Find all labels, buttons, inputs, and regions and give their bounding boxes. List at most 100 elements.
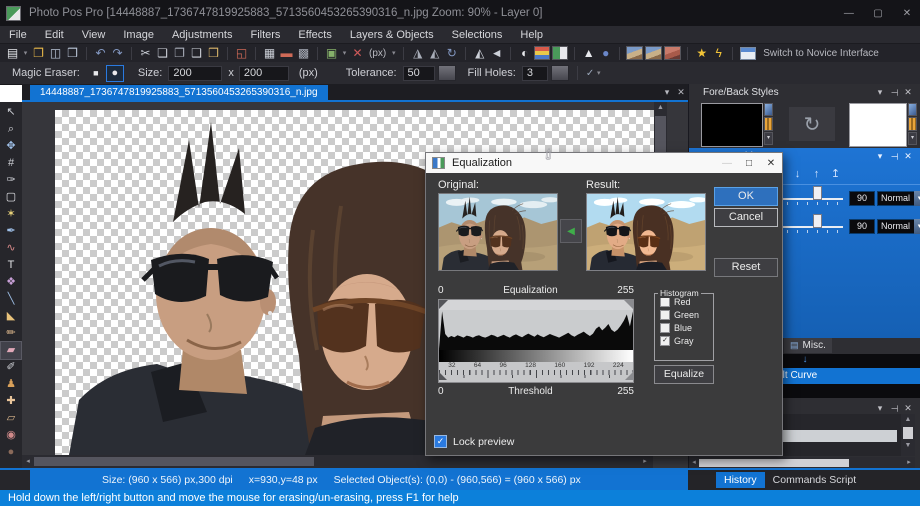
menu-item[interactable]: Image [114,27,163,43]
lock-preview-checkbox[interactable]: ✓ [434,435,447,448]
equalize-button[interactable]: Equalize [654,365,714,384]
vertical-scroll-thumb[interactable] [903,427,913,439]
history-vertical-scrollbar[interactable]: ▲ ▼ [901,414,915,456]
fill-holes-wand-button[interactable] [551,65,569,81]
px-unit-label[interactable]: (px) [366,45,389,62]
switch-novice-label[interactable]: Switch to Novice Interface [760,45,882,62]
copy-merged-icon[interactable]: ❐ [171,45,188,62]
auto-levels-icon[interactable]: ◮ [409,45,426,62]
pattern-style-icon[interactable] [764,117,773,130]
scroll-down-icon[interactable]: ▼ [901,440,915,452]
tolerance-input[interactable] [403,66,435,81]
selection-tool-icon[interactable]: ▢ [1,189,21,206]
channel-checkbox[interactable]: ✓ [660,310,670,320]
channel-checkbox[interactable]: ✓ [660,336,670,346]
line-tool-icon[interactable]: ╲ [1,291,21,308]
panel-tab[interactable]: History [716,472,765,488]
clone-stamp-tool-icon[interactable]: ♟ [1,376,21,393]
menu-item[interactable]: Selections [443,27,512,43]
menu-item[interactable]: View [73,27,115,43]
opacity-value[interactable]: 90 [849,219,875,234]
flip-vertical-icon[interactable]: ◄ [488,45,505,62]
dialog-title-bar[interactable]: Equalization — □ ✕ [426,153,782,173]
tab-list-dropdown-icon[interactable]: ▾ [660,87,674,98]
apply-back-arrow-button[interactable]: ◀ [560,219,582,243]
pin-icon[interactable]: ⊤ [889,85,900,99]
scripts-icon[interactable]: ϟ [710,45,727,62]
eraser-tool-icon[interactable]: ▰ [1,342,21,359]
reset-button[interactable]: Reset [714,258,778,277]
red-eye-tool-icon[interactable]: ◉ [1,427,21,444]
chevron-down-icon[interactable]: ▾ [873,87,887,98]
grid-icon[interactable]: ▦ [261,45,278,62]
scroll-right-icon[interactable]: ▸ [639,456,651,468]
options-extra-dropdown[interactable]: ▾ [594,69,603,77]
opacity-slider-thumb[interactable] [813,186,822,200]
new-file-icon[interactable]: ▤ [4,45,21,62]
effect-thumb-3-icon[interactable] [664,46,681,60]
blend-mode-select[interactable]: Normal [877,191,916,206]
ruler-icon[interactable]: ▬ [278,45,295,62]
channel-row[interactable]: ✓ Green [660,310,713,320]
horizontal-scroll-thumb[interactable] [34,457,314,466]
chevron-down-icon[interactable]: ▾ [873,403,887,414]
patch-tool-icon[interactable]: ▱ [1,410,21,427]
pattern-style-icon[interactable] [908,117,917,130]
path-tool-icon[interactable]: ✑ [1,172,21,189]
close-icon[interactable]: ✕ [901,403,915,414]
square-brush-button[interactable]: ■ [88,66,104,81]
insert-image-dropdown[interactable]: ▾ [340,49,349,57]
burn-tool-icon[interactable]: ● [1,444,21,461]
favorites-icon[interactable]: ★ [693,45,710,62]
color-picker-tool-icon[interactable]: ✐ [1,359,21,376]
copy-icon[interactable]: ❏ [154,45,171,62]
pointer-tool-icon[interactable]: ↖ [1,104,21,121]
healing-tool-icon[interactable]: ✚ [1,393,21,410]
scroll-up-icon[interactable]: ▲ [901,414,915,426]
menu-item[interactable]: Filters [241,27,289,43]
blur-icon[interactable]: ● [597,45,614,62]
close-button[interactable]: ✕ [894,8,920,19]
redo-icon[interactable]: ↷ [109,45,126,62]
canvas-size-icon[interactable]: ▩ [295,45,312,62]
undo-icon[interactable]: ↶ [92,45,109,62]
foreground-style-options[interactable]: ▾ [764,103,773,145]
new-file-dropdown[interactable]: ▾ [21,49,30,57]
equalization-slider-track[interactable] [439,300,633,310]
cancel-button[interactable]: Cancel [714,208,778,227]
blend-mode-select[interactable]: Normal [877,219,916,234]
size-width-input[interactable] [168,66,222,81]
pin-icon[interactable]: ⊤ [889,149,900,163]
paste-icon[interactable]: ❑ [188,45,205,62]
save-all-icon[interactable]: ❒ [64,45,81,62]
color-balance-icon[interactable] [552,46,568,60]
panel-tab[interactable]: Commands Script [765,472,864,488]
text-tool-icon[interactable]: T [1,257,21,274]
lock-preview-row[interactable]: ✓ Lock preview [434,435,514,448]
sharpen-icon[interactable]: ▲ [580,45,597,62]
channel-checkbox[interactable]: ✓ [660,323,670,333]
blend-dropdown-button[interactable]: ▾ [914,191,920,206]
dialog-close-button[interactable]: ✕ [760,158,782,169]
equalization-right-handle[interactable] [624,300,633,309]
move-to-top-icon[interactable]: ↥ [826,165,845,183]
menu-item[interactable]: File [0,27,36,43]
chevron-down-icon[interactable]: ▾ [873,151,887,162]
close-icon[interactable]: ✕ [901,87,915,98]
effect-thumb-2-icon[interactable] [645,46,662,60]
horizontal-scroll-thumb[interactable] [699,459,849,467]
ok-button[interactable]: OK [714,187,778,206]
menu-item[interactable]: Adjustments [163,27,242,43]
gradient-style-icon[interactable] [764,103,773,116]
opacity-value[interactable]: 90 [849,191,875,206]
open-folder-icon[interactable]: ❐ [30,45,47,62]
magic-wand-tool-icon[interactable]: ✶ [1,206,21,223]
move-up-icon[interactable]: ↑ [807,165,826,183]
misc-tab[interactable]: ▤ Misc. [784,338,832,353]
flip-horizontal-icon[interactable]: ◭ [471,45,488,62]
scroll-left-icon[interactable]: ◂ [22,456,34,468]
circle-brush-button[interactable]: ● [106,65,124,82]
channel-row[interactable]: ✓ Red [660,297,713,307]
fill-holes-input[interactable] [522,66,548,81]
background-style-options[interactable]: ▾ [908,103,917,145]
